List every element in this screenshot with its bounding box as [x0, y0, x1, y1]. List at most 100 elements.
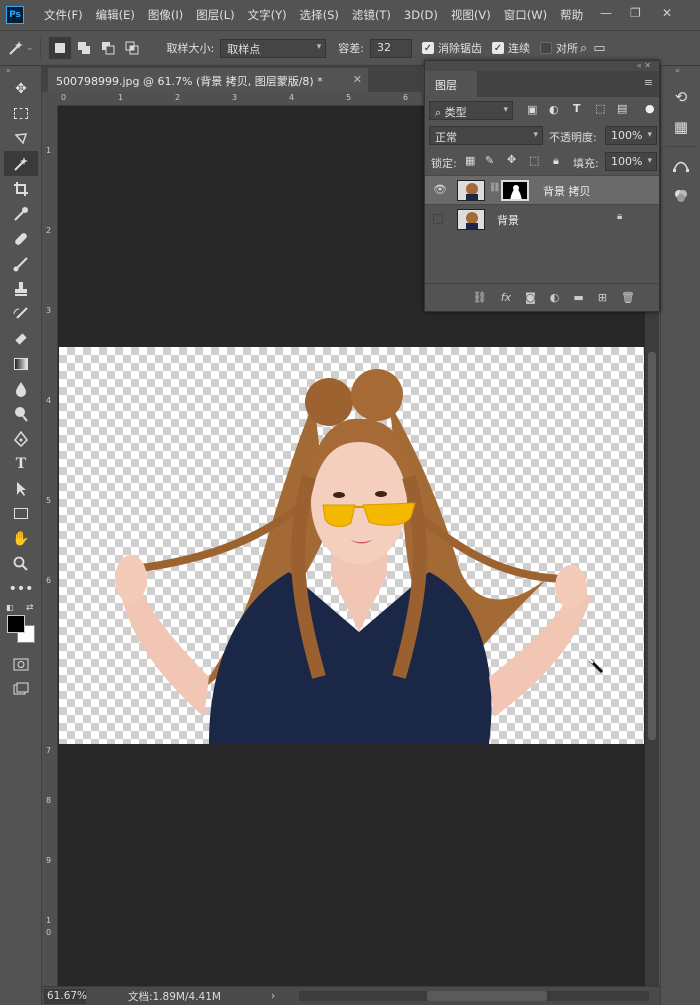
- menu-edit[interactable]: 编辑(E): [96, 7, 135, 23]
- magic-wand-tool-icon[interactable]: [4, 151, 38, 176]
- lock-position-icon[interactable]: ✥: [507, 153, 516, 166]
- lock-artboard-icon[interactable]: ⬚: [529, 154, 539, 167]
- zoom-tool-icon[interactable]: [4, 551, 38, 576]
- link-icon[interactable]: ⛓: [473, 291, 487, 304]
- document-tab[interactable]: 500798999.jpg @ 61.7% (背景 拷贝, 图层蒙版/8) * …: [48, 68, 368, 92]
- visibility-toggle-empty[interactable]: [433, 214, 443, 224]
- crop-tool-icon[interactable]: [4, 176, 38, 201]
- eyedropper-tool-icon[interactable]: [4, 201, 38, 226]
- layer-mask-thumbnail[interactable]: [501, 180, 529, 201]
- panel-collapse-icon[interactable]: « ✕: [425, 61, 659, 71]
- tab-layers[interactable]: 图层: [425, 71, 477, 97]
- chevron-down-icon[interactable]: ⌄: [26, 43, 34, 53]
- menu-help[interactable]: 帮助: [560, 7, 583, 23]
- new-selection-button[interactable]: [48, 37, 71, 59]
- panel-menu-icon[interactable]: ≡: [644, 76, 653, 89]
- scrollbar-thumb[interactable]: [427, 991, 548, 1001]
- subtract-selection-button[interactable]: [97, 37, 119, 59]
- menu-select[interactable]: 选择(S): [300, 7, 339, 23]
- zoom-field[interactable]: 61.67%: [44, 988, 87, 1004]
- layer-name[interactable]: 背景: [497, 212, 519, 228]
- quick-mask-icon[interactable]: [4, 651, 38, 676]
- history-panel-icon[interactable]: ⟲: [668, 84, 694, 110]
- shape-filter-icon[interactable]: ⬚: [595, 102, 605, 115]
- swatches-panel-icon[interactable]: ▦: [668, 114, 694, 140]
- dodge-tool-icon[interactable]: [4, 401, 38, 426]
- path-selection-tool-icon[interactable]: [4, 476, 38, 501]
- default-colors-icon[interactable]: ◧: [6, 603, 14, 612]
- new-layer-icon[interactable]: ⊞: [598, 291, 607, 304]
- menu-type[interactable]: 文字(Y): [248, 7, 287, 23]
- search-icon[interactable]: ⌕: [580, 41, 587, 56]
- menu-filter[interactable]: 滤镜(T): [352, 7, 391, 23]
- add-selection-button[interactable]: [73, 37, 95, 59]
- hand-tool-icon[interactable]: ✋: [4, 526, 38, 551]
- channels-panel-icon[interactable]: [668, 183, 694, 209]
- menu-window[interactable]: 窗口(W): [504, 7, 547, 23]
- brush-tool-icon[interactable]: [4, 251, 38, 276]
- restore-icon[interactable]: ❐: [630, 6, 641, 20]
- filter-toggle-icon[interactable]: ●: [645, 102, 655, 115]
- panel-collapse-icon[interactable]: «: [661, 66, 700, 80]
- history-brush-tool-icon[interactable]: [4, 301, 38, 326]
- lasso-tool-icon[interactable]: [4, 126, 38, 151]
- sample-size-select[interactable]: 取样点 ▾: [220, 38, 327, 58]
- menu-view[interactable]: 视图(V): [451, 7, 491, 23]
- menu-image[interactable]: 图像(I): [148, 7, 183, 23]
- layer-row[interactable]: 背景 🔒︎: [425, 204, 659, 233]
- foreground-color-swatch[interactable]: [7, 615, 25, 633]
- group-icon[interactable]: ▬: [573, 291, 583, 304]
- close-tab-icon[interactable]: ✕: [353, 73, 362, 86]
- workspace-icon[interactable]: ▭: [593, 41, 605, 56]
- menu-layer[interactable]: 图层(L): [196, 7, 234, 23]
- document-canvas-image[interactable]: [59, 347, 644, 744]
- clone-stamp-tool-icon[interactable]: [4, 276, 38, 301]
- type-filter-icon[interactable]: T: [573, 102, 581, 115]
- opacity-input[interactable]: 100% ▾: [605, 126, 657, 145]
- intersect-selection-button[interactable]: [121, 37, 143, 59]
- status-chevron-icon[interactable]: ›: [271, 990, 275, 1002]
- blur-tool-icon[interactable]: [4, 376, 38, 401]
- layer-name[interactable]: 背景 拷贝: [543, 183, 591, 199]
- paths-panel-icon[interactable]: [668, 153, 694, 179]
- menu-file[interactable]: 文件(F): [44, 7, 83, 23]
- smart-object-filter-icon[interactable]: ▤: [617, 102, 627, 115]
- blend-mode-select[interactable]: 正常 ▾: [429, 126, 543, 145]
- more-tools-icon[interactable]: •••: [4, 576, 38, 601]
- layer-filter-select[interactable]: ⌕ 类型 ▾: [429, 101, 513, 120]
- mask-link-icon[interactable]: ⛓: [489, 183, 500, 193]
- magic-wand-preset-icon[interactable]: [6, 38, 26, 58]
- pen-tool-icon[interactable]: [4, 426, 38, 451]
- lock-pixels-icon[interactable]: ✎: [485, 154, 494, 167]
- tolerance-input[interactable]: 32: [369, 38, 412, 58]
- contiguous-checkbox[interactable]: ✓: [491, 42, 504, 54]
- fill-input[interactable]: 100% ▾: [605, 152, 657, 171]
- pixel-filter-icon[interactable]: ▣: [527, 103, 537, 116]
- eraser-tool-icon[interactable]: [4, 326, 38, 351]
- screen-mode-icon[interactable]: [4, 676, 38, 701]
- visibility-eye-icon[interactable]: 👁︎: [433, 183, 447, 196]
- scrollbar-thumb[interactable]: [648, 352, 656, 740]
- lock-all-icon[interactable]: 🔒︎: [553, 154, 559, 168]
- minimize-icon[interactable]: —: [600, 6, 612, 20]
- mask-icon[interactable]: ◙: [525, 291, 536, 304]
- close-icon[interactable]: ✕: [662, 6, 672, 20]
- gradient-tool-icon[interactable]: [4, 351, 38, 376]
- trash-icon[interactable]: 🗑︎: [621, 291, 635, 304]
- adjustment-icon[interactable]: ◐: [550, 291, 560, 304]
- rectangle-tool-icon[interactable]: [4, 501, 38, 526]
- all-layers-checkbox[interactable]: [539, 42, 552, 54]
- marquee-tool-icon[interactable]: [4, 101, 38, 126]
- horizontal-scrollbar[interactable]: [299, 991, 650, 1001]
- fx-icon[interactable]: fx: [501, 291, 511, 304]
- panel-collapse-icon[interactable]: »: [0, 66, 41, 76]
- swap-colors-icon[interactable]: ⇄: [26, 603, 34, 613]
- adjustment-filter-icon[interactable]: ◐: [549, 103, 559, 116]
- menu-3d[interactable]: 3D(D): [404, 8, 438, 22]
- healing-brush-tool-icon[interactable]: [4, 226, 38, 251]
- antialias-checkbox[interactable]: ✓: [421, 42, 434, 54]
- layer-row[interactable]: 👁︎ ⛓ 背景 拷贝: [425, 175, 659, 204]
- type-tool-icon[interactable]: T: [4, 451, 38, 476]
- lock-transparent-icon[interactable]: ▦: [465, 154, 475, 167]
- move-tool-icon[interactable]: ✥: [4, 76, 38, 101]
